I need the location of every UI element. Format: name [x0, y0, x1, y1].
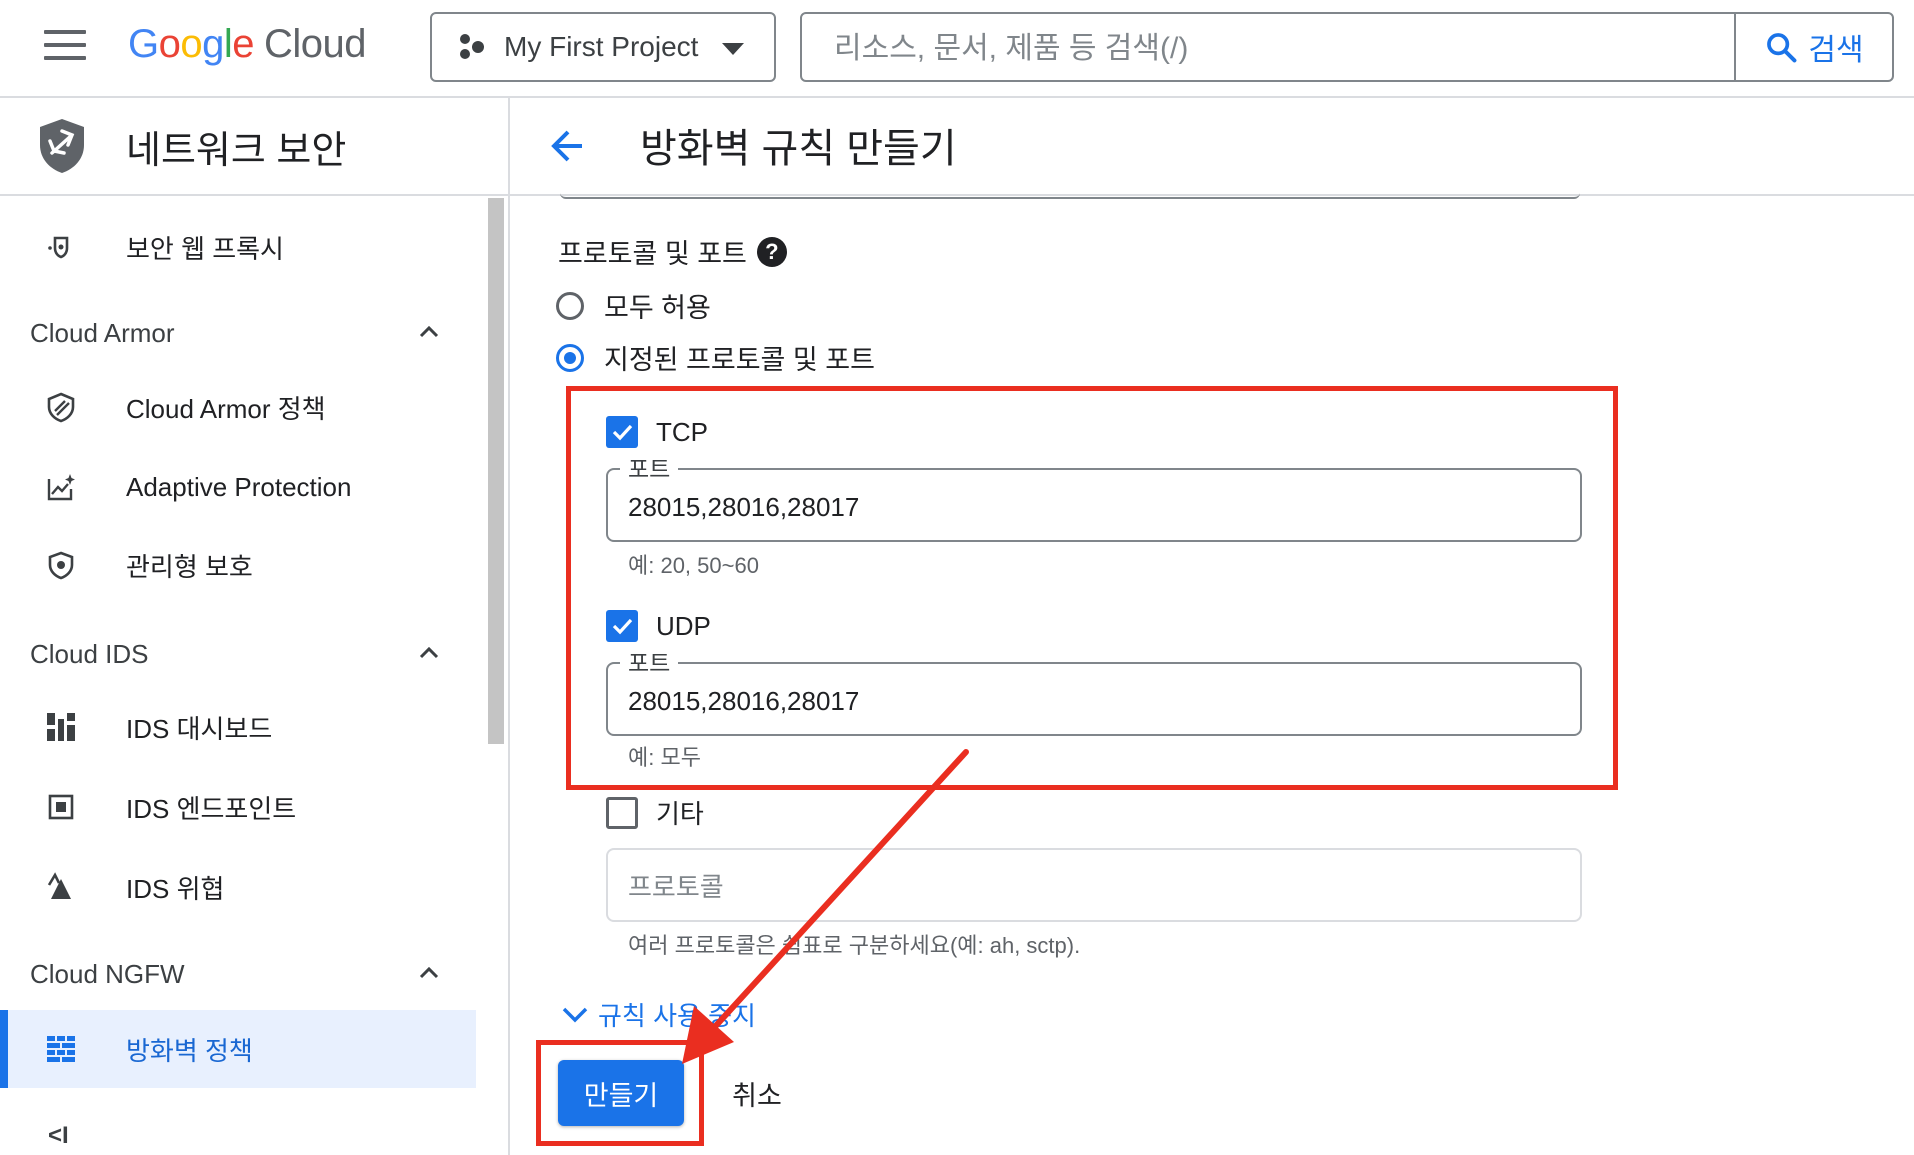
other-protocol-input[interactable] [626, 868, 1560, 906]
previous-field-border [560, 193, 1580, 199]
google-cloud-logo[interactable]: Google Cloud [128, 22, 367, 67]
section-label: Cloud IDS [30, 638, 149, 669]
other-checkbox-row[interactable]: 기타 [606, 794, 704, 831]
sidebar-item-label: 보안 웹 프록시 [126, 233, 284, 264]
menu-icon[interactable] [44, 30, 86, 64]
web-proxy-icon [44, 230, 78, 264]
sidebar-scrollbar[interactable] [488, 198, 504, 744]
section-cloud-ngfw[interactable]: Cloud NGFW [30, 944, 440, 1004]
search-bar: 검색 [800, 12, 1894, 82]
radio-button-selected[interactable] [556, 343, 584, 372]
cancel-button[interactable]: 취소 [712, 1060, 802, 1126]
endpoint-icon [44, 790, 78, 824]
shield-icon [44, 548, 78, 582]
sidebar-item-label: IDS 대시보드 [126, 713, 273, 744]
sidebar-item-label: 관리형 보호 [126, 551, 253, 582]
protocols-label: 프로토콜 및 포트 ? [558, 232, 787, 271]
help-icon[interactable]: ? [756, 236, 787, 267]
radio-allow-all[interactable]: 모두 허용 [556, 286, 711, 325]
sidebar-header: 네트워크 보안 [0, 98, 508, 196]
radio-label: 지정된 프로토콜 및 포트 [604, 345, 875, 375]
page-header: 방화벽 규칙 만들기 [510, 98, 1914, 196]
sidebar-item-ids-endpoint[interactable]: IDS 엔드포인트 [0, 768, 476, 846]
sidebar-title: 네트워크 보안 [126, 129, 347, 172]
search-input[interactable] [832, 26, 1836, 72]
sidebar-item-cloud-armor-policy[interactable]: Cloud Armor 정책 [0, 368, 476, 446]
sidebar-item-label: IDS 위협 [126, 873, 225, 904]
other-label: 기타 [656, 799, 704, 829]
dashboard-icon [44, 710, 78, 744]
section-label: Cloud NGFW [30, 958, 185, 989]
chevron-up-icon [419, 646, 439, 659]
threat-icon [44, 870, 78, 904]
highlight-box-create [536, 1040, 704, 1146]
radio-button[interactable] [556, 291, 584, 320]
sidebar-item-label: Cloud Armor 정책 [126, 393, 326, 424]
sidebar: 네트워크 보안 보안 웹 프록시 Cloud Armor Cloud Armor… [0, 98, 510, 1155]
page-title: 방화벽 규칙 만들기 [640, 127, 957, 171]
section-cloud-ids[interactable]: Cloud IDS [30, 624, 440, 684]
chevron-up-icon [419, 325, 439, 338]
sidebar-item-ids-threat[interactable]: IDS 위협 [0, 848, 476, 926]
sidebar-item-adaptive-protection[interactable]: Adaptive Protection [0, 448, 476, 526]
sidebar-item-web-proxy[interactable]: 보안 웹 프록시 [0, 208, 476, 286]
chevron-down-icon [562, 1007, 588, 1022]
radio-specified-protocols[interactable]: 지정된 프로토콜 및 포트 [556, 338, 875, 377]
protocols-label-text: 프로토콜 및 포트 [558, 239, 747, 269]
collapse-sidebar-icon[interactable]: <I [48, 1122, 69, 1150]
chart-sparkle-icon [44, 470, 78, 504]
disable-rule-toggle[interactable]: 규칙 사용 중지 [560, 996, 756, 1033]
section-cloud-armor[interactable]: Cloud Armor [30, 303, 440, 363]
other-checkbox[interactable] [606, 796, 638, 829]
firewall-icon [44, 1032, 78, 1066]
network-security-icon [40, 119, 84, 173]
section-label: Cloud Armor [30, 317, 175, 348]
top-bar: GoogleCloud My First Project 검색 [0, 0, 1914, 98]
sidebar-item-firewall-policy[interactable]: 방화벽 정책 [0, 1010, 476, 1088]
search-icon [1767, 33, 1797, 63]
disable-rule-label: 규칙 사용 중지 [598, 1001, 756, 1031]
highlight-box-protocols [566, 386, 1618, 790]
project-selector[interactable]: My First Project [430, 12, 776, 82]
chevron-up-icon [419, 966, 439, 979]
search-button-label: 검색 [1808, 34, 1864, 67]
sidebar-item-ids-dashboard[interactable]: IDS 대시보드 [0, 688, 476, 766]
sidebar-item-label: 방화벽 정책 [126, 1035, 253, 1066]
sidebar-item-label: IDS 엔드포인트 [126, 793, 297, 824]
chevron-down-icon [722, 43, 744, 55]
sidebar-item-managed-protection[interactable]: 관리형 보호 [0, 526, 476, 604]
armor-shield-icon [44, 390, 78, 424]
search-button[interactable]: 검색 [1734, 14, 1892, 80]
back-arrow-icon[interactable] [548, 128, 586, 164]
other-protocol-field [606, 848, 1582, 922]
project-name: My First Project [504, 31, 699, 62]
other-protocol-hint: 여러 프로토콜은 쉼표로 구분하세요(예: ah, sctp). [628, 933, 1081, 958]
project-icon [458, 32, 488, 62]
radio-label: 모두 허용 [604, 293, 711, 323]
sidebar-item-label: Adaptive Protection [126, 471, 352, 502]
